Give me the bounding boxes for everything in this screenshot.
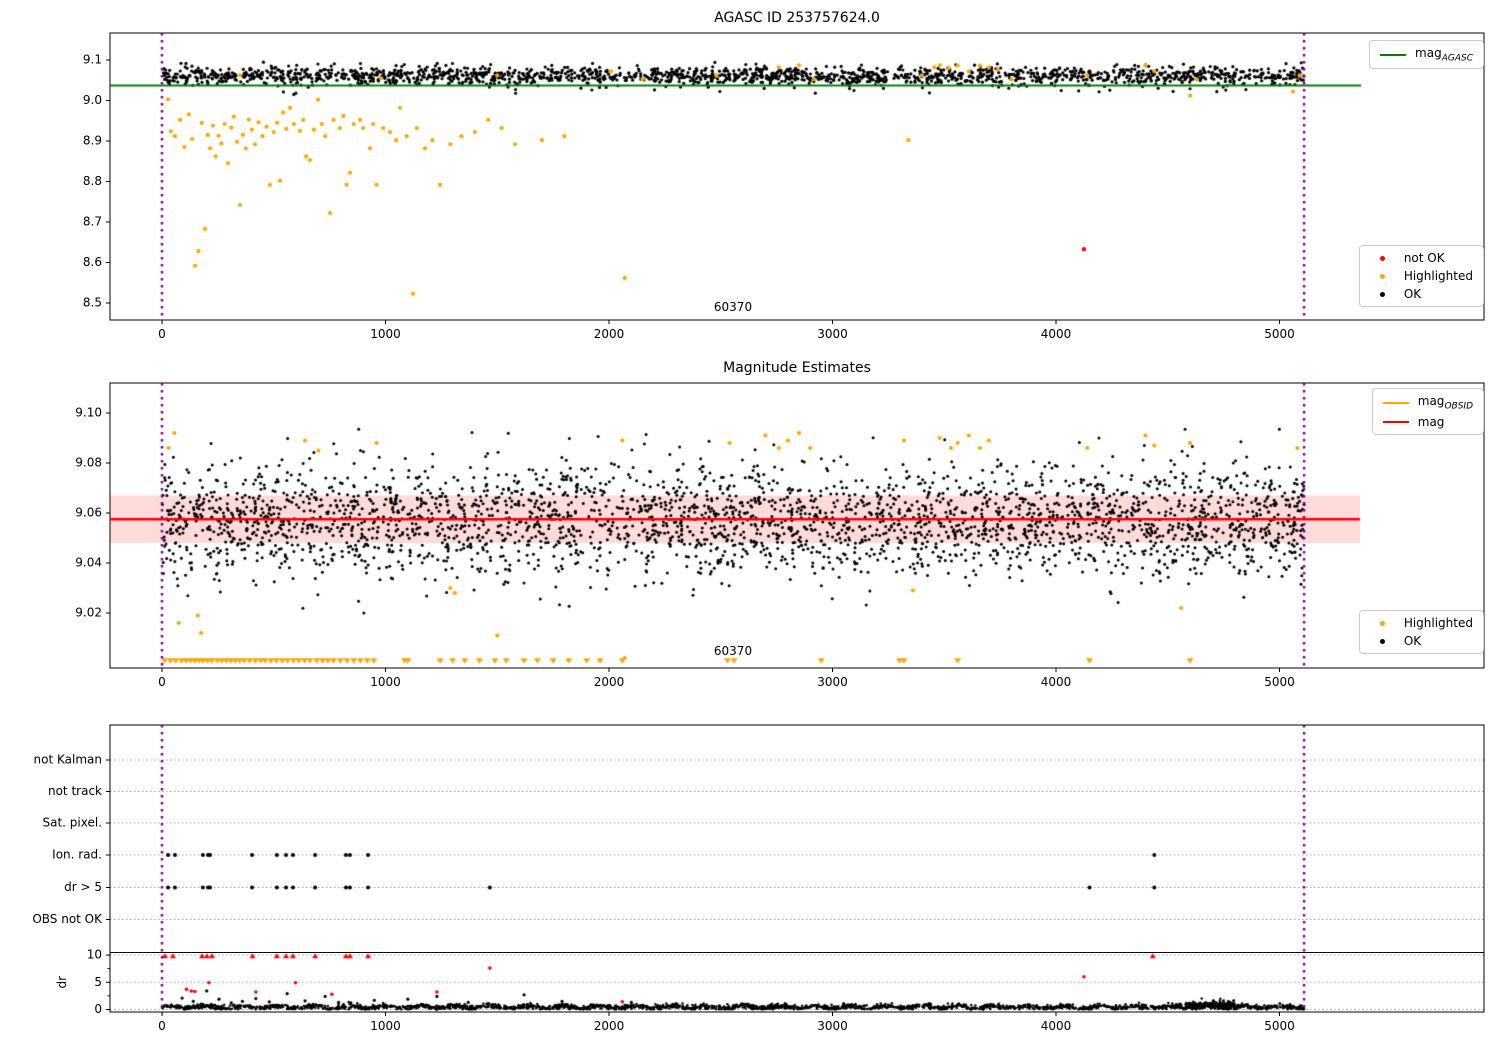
legend-dot-swatch-icon [1379,255,1385,261]
scatter-points-layer [0,0,1500,1050]
legend-label: OK [1403,287,1422,301]
legend-label: OK [1403,634,1422,648]
legend-p2-mag-lines: magOBSID mag [1371,388,1484,436]
legend-entry: magOBSID [1382,394,1473,412]
legend-line-swatch-icon [1382,401,1409,404]
legend-dot-swatch-icon [1379,291,1385,297]
legend-label: mag [1417,415,1445,430]
plot1-obsid-annotation: 60370 [713,300,753,314]
legend-entry: magAGASC [1380,46,1473,63]
legend-label: magOBSID [1417,394,1473,412]
legend-entry: OK [1370,287,1473,301]
legend-entry: Highlighted [1370,616,1473,630]
legend-label: Highlighted [1403,269,1473,283]
legend-entry: not OK [1370,251,1473,265]
legend-line-swatch-icon [1380,53,1407,56]
legend-p1-status: not OK Highlighted OK [1358,245,1484,307]
legend-label: magAGASC [1415,46,1473,64]
legend-p1-mag-line: magAGASC [1369,40,1484,70]
legend-entry: mag [1382,415,1473,430]
legend-dot-swatch-icon [1379,273,1385,279]
legend-label: Highlighted [1403,616,1473,630]
legend-p2-status: Highlighted OK [1358,610,1484,654]
plot1-title: AGASC ID 253757624.0 [714,10,880,26]
legend-line-swatch-icon [1382,421,1409,424]
legend-entry: Highlighted [1370,269,1473,283]
legend-label: not OK [1403,251,1445,265]
figure-canvas: 9.19.08.98.88.78.68.50100020003000400050… [0,0,1500,1050]
plot2-title: Magnitude Estimates [723,360,871,376]
legend-dot-swatch-icon [1379,638,1385,644]
legend-dot-swatch-icon [1379,620,1385,626]
plot2-obsid-annotation: 60370 [713,644,753,658]
legend-entry: OK [1370,634,1473,648]
